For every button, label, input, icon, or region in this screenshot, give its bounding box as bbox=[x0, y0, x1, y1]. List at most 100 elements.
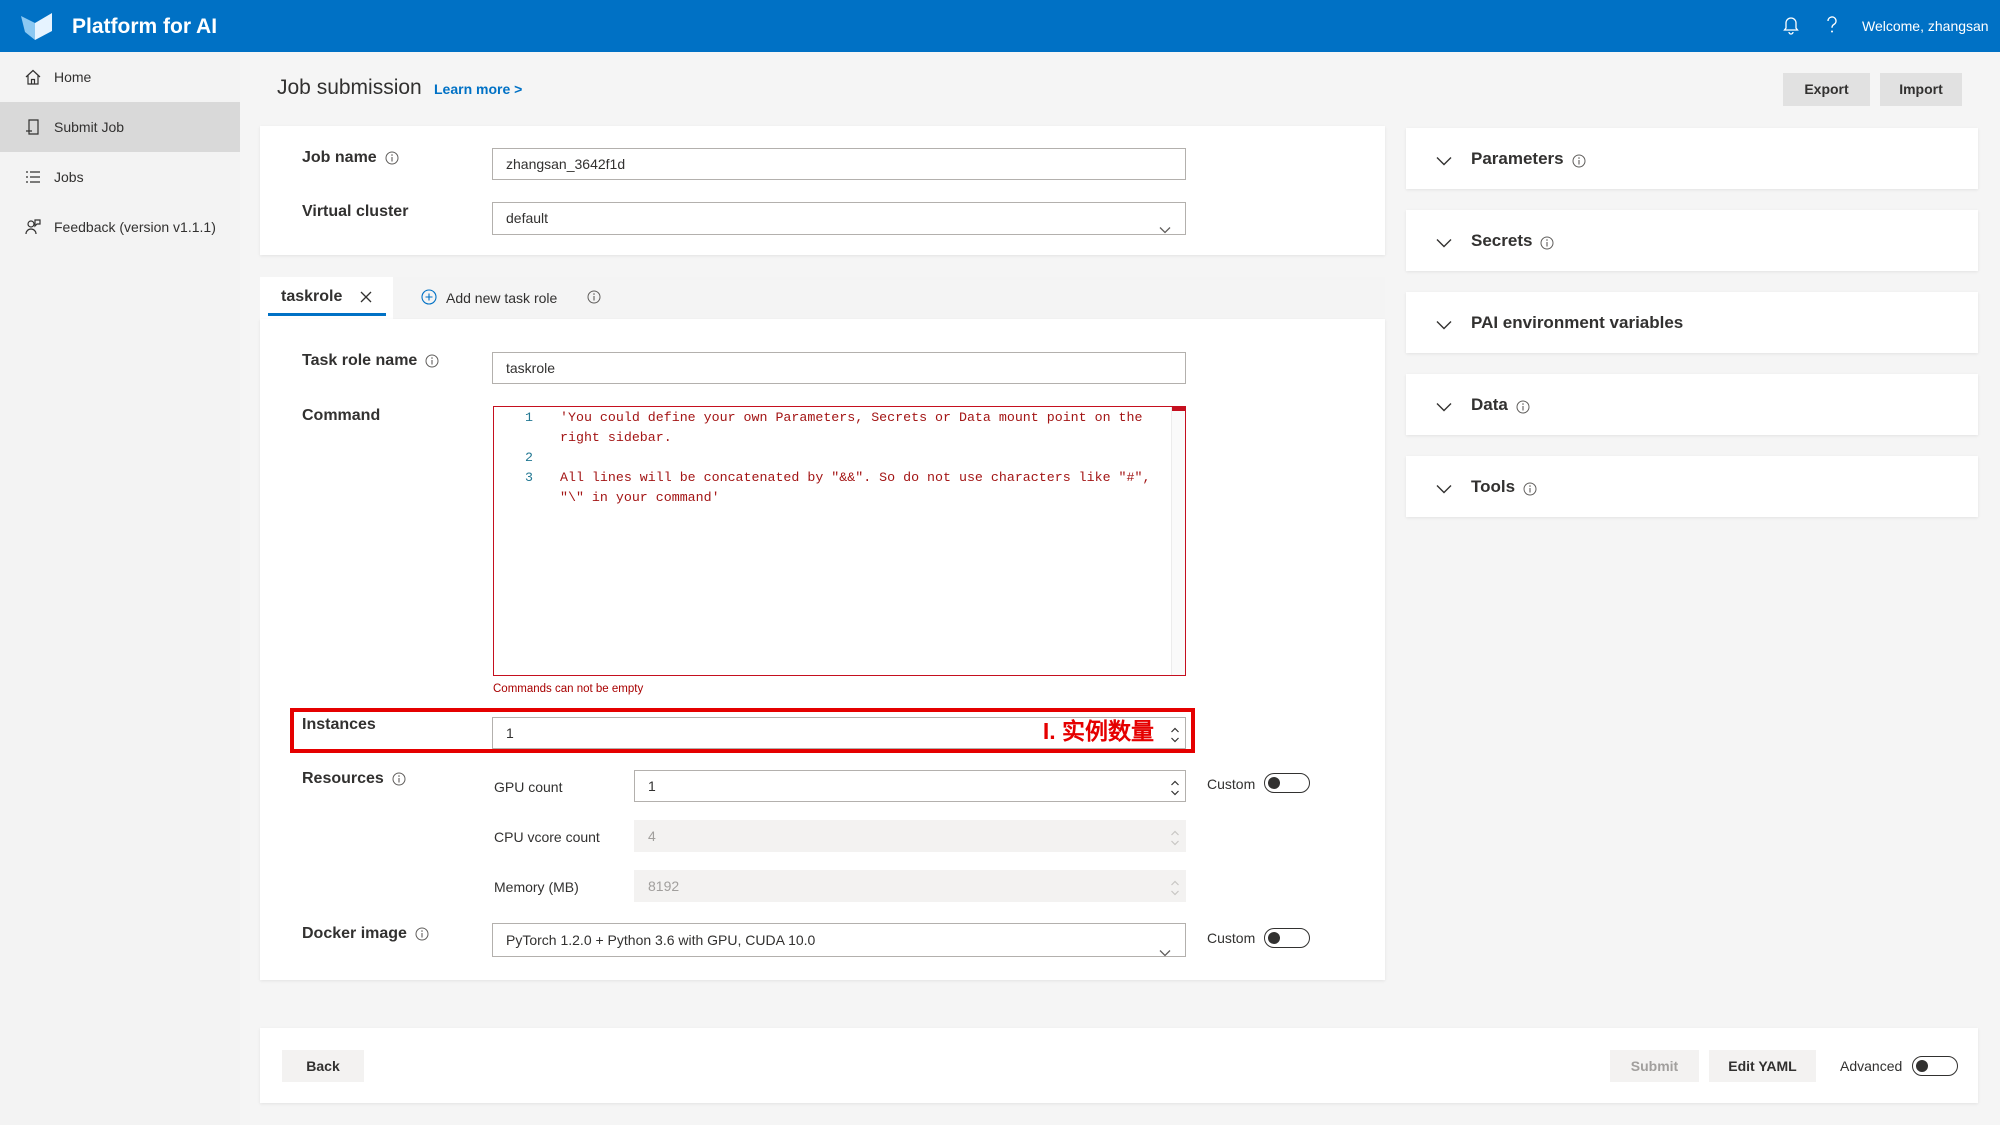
spinner-arrows-icon bbox=[1170, 877, 1180, 896]
section-label: Data bbox=[1471, 395, 1508, 414]
toggle-knob bbox=[1916, 1059, 1928, 1072]
toggle-knob bbox=[1268, 776, 1280, 789]
job-name-input[interactable]: zhangsan_3642f1d bbox=[492, 148, 1186, 180]
spinner-arrows-icon[interactable] bbox=[1170, 777, 1180, 796]
sidebar-item-feedback[interactable]: Feedback (version v1.1.1) bbox=[0, 202, 240, 252]
sidebar-item-home[interactable]: Home bbox=[0, 52, 240, 102]
list-icon bbox=[24, 168, 42, 186]
bell-icon[interactable] bbox=[1782, 15, 1800, 35]
page-title: Job submission bbox=[277, 76, 422, 99]
docker-custom-toggle[interactable] bbox=[1264, 928, 1310, 948]
secrets-section[interactable]: Secrets bbox=[1406, 210, 1978, 271]
job-name-label-text: Job name bbox=[302, 149, 377, 166]
section-label: Tools bbox=[1471, 477, 1516, 496]
app-title[interactable]: Platform for AI bbox=[72, 15, 217, 39]
section-label: Secrets bbox=[1471, 231, 1533, 250]
platform-logo[interactable] bbox=[20, 11, 56, 41]
info-icon[interactable] bbox=[1572, 152, 1586, 167]
code-text: "\" in your command' bbox=[560, 490, 720, 505]
task-role-name-label: Task role name bbox=[302, 351, 439, 371]
memory-input: 8192 bbox=[634, 870, 1186, 902]
memory-value: 8192 bbox=[648, 878, 680, 894]
task-role-name-label-text: Task role name bbox=[302, 352, 418, 369]
code-line: 2 bbox=[494, 448, 1185, 468]
top-bar: Platform for AI Welcome, zhangsan bbox=[0, 0, 2000, 52]
info-icon[interactable] bbox=[392, 772, 406, 786]
toggle-knob bbox=[1268, 931, 1280, 944]
add-task-role-button[interactable]: Add new task role bbox=[421, 288, 558, 307]
section-title: Tools bbox=[1471, 476, 1537, 497]
code-line: 3 All lines will be concatenated by "&&".… bbox=[494, 468, 1185, 488]
docker-custom-label: Custom bbox=[1207, 930, 1256, 946]
info-icon[interactable] bbox=[415, 927, 429, 941]
section-label: PAI environment variables bbox=[1471, 313, 1684, 332]
code-line: 1 'You could define your own Parameters, … bbox=[494, 408, 1185, 428]
section-title: Data bbox=[1471, 394, 1530, 415]
docker-image-label: Docker image bbox=[302, 924, 429, 944]
editor-scrollbar[interactable] bbox=[1171, 407, 1185, 675]
pai-env-vars-section[interactable]: PAI environment variables bbox=[1406, 292, 1978, 353]
advanced-label: Advanced bbox=[1840, 1058, 1903, 1074]
command-editor[interactable]: 1 'You could define your own Parameters, … bbox=[493, 406, 1186, 676]
sidebar-item-submit-job[interactable]: Submit Job bbox=[0, 102, 240, 152]
home-icon bbox=[24, 68, 42, 86]
data-section[interactable]: Data bbox=[1406, 374, 1978, 435]
sidebar: Home Submit Job Jobs Feedback (version v… bbox=[0, 52, 240, 1125]
chevron-down-icon bbox=[1436, 235, 1452, 248]
submit-button[interactable]: Submit bbox=[1610, 1050, 1699, 1082]
gpu-count-label: GPU count bbox=[494, 779, 563, 795]
sidebar-item-jobs[interactable]: Jobs bbox=[0, 152, 240, 202]
gpu-count-input[interactable]: 1 bbox=[634, 770, 1186, 802]
section-title: PAI environment variables bbox=[1471, 312, 1683, 333]
info-icon[interactable] bbox=[1523, 480, 1537, 495]
edit-yaml-button[interactable]: Edit YAML bbox=[1709, 1050, 1816, 1082]
command-label-text: Command bbox=[302, 407, 381, 424]
learn-more-link[interactable]: Learn more > bbox=[434, 80, 522, 98]
parameters-section[interactable]: Parameters bbox=[1406, 128, 1978, 189]
virtual-cluster-value: default bbox=[506, 210, 549, 226]
docker-image-value: PyTorch 1.2.0 + Python 3.6 with GPU, CUD… bbox=[506, 932, 816, 948]
task-role-tabs: taskrole Add new task role bbox=[260, 277, 1385, 319]
command-label: Command bbox=[302, 406, 380, 426]
import-button[interactable]: Import bbox=[1880, 73, 1962, 106]
gpu-custom-label: Custom bbox=[1207, 776, 1256, 792]
overview-ruler-marker bbox=[1172, 407, 1185, 411]
sidebar-item-label: Home bbox=[54, 69, 92, 85]
task-role-name-input[interactable]: taskrole bbox=[492, 352, 1186, 384]
virtual-cluster-select[interactable]: default bbox=[492, 202, 1186, 235]
command-error-message: Commands can not be empty bbox=[493, 683, 644, 695]
tab-underline bbox=[268, 313, 386, 316]
help-icon[interactable] bbox=[1825, 15, 1839, 35]
back-button[interactable]: Back bbox=[282, 1050, 364, 1082]
tab-taskrole[interactable]: taskrole bbox=[260, 277, 393, 319]
chevron-down-icon bbox=[1159, 936, 1171, 957]
sidebar-item-label: Jobs bbox=[54, 169, 84, 185]
section-label: Parameters bbox=[1471, 149, 1564, 168]
footer-bar: Back Submit Edit YAML Advanced bbox=[260, 1028, 1978, 1103]
cpu-vcore-value: 4 bbox=[648, 828, 656, 844]
chevron-down-icon bbox=[1436, 153, 1452, 166]
code-lines: 1 'You could define your own Parameters, … bbox=[494, 407, 1185, 508]
welcome-user[interactable]: Welcome, zhangsan bbox=[1862, 17, 1989, 35]
gpu-custom-toggle[interactable] bbox=[1264, 773, 1310, 793]
tools-section[interactable]: Tools bbox=[1406, 456, 1978, 517]
info-icon[interactable] bbox=[1516, 398, 1530, 413]
add-task-role-label: Add new task role bbox=[446, 290, 558, 306]
code-text: 'You could define your own Parameters, S… bbox=[560, 410, 1143, 425]
export-button[interactable]: Export bbox=[1783, 73, 1870, 106]
chevron-down-icon bbox=[1436, 481, 1452, 494]
docker-image-select[interactable]: PyTorch 1.2.0 + Python 3.6 with GPU, CUD… bbox=[492, 923, 1186, 957]
code-line: "\" in your command' bbox=[494, 488, 1185, 508]
close-icon[interactable] bbox=[359, 290, 373, 304]
cpu-vcore-input: 4 bbox=[634, 820, 1186, 852]
info-icon[interactable] bbox=[1540, 234, 1554, 249]
line-number: 3 bbox=[525, 470, 533, 485]
line-number: 1 bbox=[525, 410, 533, 425]
info-icon[interactable] bbox=[385, 151, 399, 165]
code-line: right sidebar. bbox=[494, 428, 1185, 448]
info-icon[interactable] bbox=[425, 354, 439, 368]
line-number: 2 bbox=[525, 450, 533, 465]
resources-label: Resources bbox=[302, 769, 406, 789]
advanced-toggle[interactable] bbox=[1912, 1056, 1958, 1076]
info-icon[interactable] bbox=[587, 290, 601, 304]
